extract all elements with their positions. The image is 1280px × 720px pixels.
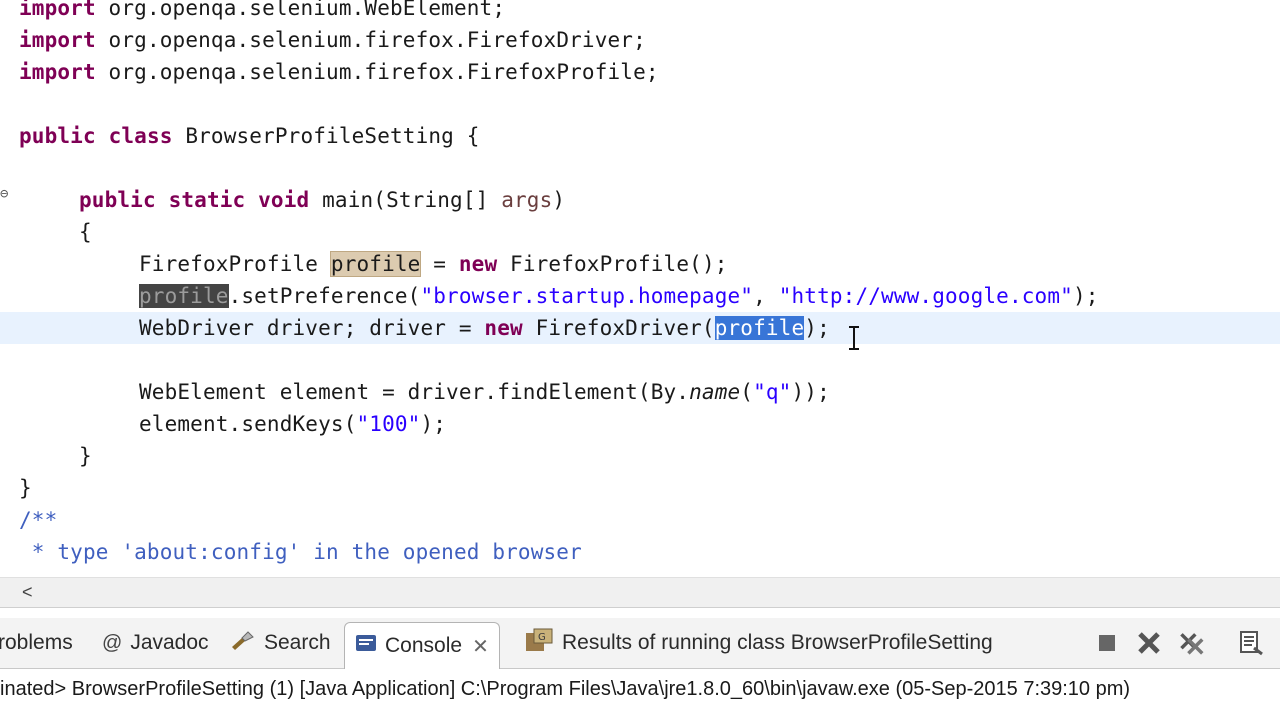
tab-results[interactable]: G Results of running class BrowserProfil… — [524, 618, 993, 668]
string-literal: "http://www.google.com" — [778, 284, 1073, 308]
highlighted-occurrence: profile — [139, 284, 229, 308]
code-line-import-firefoxdriver: import org.openqa.selenium.firefox.Firef… — [19, 24, 646, 56]
code-text: } — [79, 444, 92, 468]
tab-search[interactable]: Search — [230, 618, 331, 668]
keyword: class — [108, 124, 173, 148]
highlighted-occurrence: profile — [329, 251, 422, 277]
comment-text: * type 'about:config' in the opened brow… — [19, 540, 582, 564]
code-line-find-element: WebElement element = driver.findElement(… — [139, 376, 830, 408]
code-text: org.openqa.selenium.firefox.FirefoxDrive… — [95, 28, 646, 52]
terminate-icon[interactable] — [1094, 630, 1120, 656]
comment-text: /** — [19, 508, 58, 532]
console-process-status: inated> BrowserProfileSetting (1) [Java … — [0, 669, 1280, 709]
string-literal: "q" — [753, 380, 792, 404]
code-text: FirefoxDriver( — [522, 316, 715, 340]
code-text: .setPreference( — [228, 284, 421, 308]
keyword: new — [458, 252, 498, 276]
code-line-open-brace: { — [79, 216, 92, 248]
keyword: import — [19, 60, 96, 84]
code-line-import-firefoxprofile: import org.openqa.selenium.firefox.Firef… — [19, 56, 659, 88]
tab-javadoc[interactable]: @ Javadoc — [102, 618, 209, 668]
code-text: = — [420, 252, 459, 276]
tab-label: Search — [264, 631, 331, 654]
code-line-main-method: public static void main(String[] args) — [79, 184, 565, 216]
tab-label: Results of running class BrowserProfileS… — [562, 631, 993, 654]
tab-console[interactable]: Console ✕ — [344, 622, 500, 669]
code-text: ) — [552, 188, 566, 212]
code-text: ); — [1072, 284, 1099, 308]
code-text: { — [79, 220, 92, 244]
horizontal-scrollbar[interactable]: < — [0, 577, 1280, 608]
ibeam-cursor-icon — [849, 326, 859, 350]
console-status-text: inated> BrowserProfileSetting (1) [Java … — [0, 678, 1131, 700]
code-text: ( — [740, 380, 754, 404]
tab-label: Javadoc — [130, 631, 209, 654]
fold-collapse-icon[interactable]: ⊖ — [0, 186, 8, 202]
code-text: main(String[] — [309, 188, 502, 212]
editor-ruler — [0, 0, 14, 577]
code-text: FirefoxProfile(); — [497, 252, 728, 276]
code-line-close-brace-class: } — [19, 472, 32, 504]
bottom-panel-tabbar: roblems @ Javadoc Search Console ✕ G Res… — [0, 618, 1280, 669]
keyword: public — [19, 124, 96, 148]
tab-problems[interactable]: roblems — [0, 618, 73, 668]
code-text: FirefoxProfile — [139, 252, 331, 276]
code-line-comment-text: * type 'about:config' in the opened brow… — [19, 536, 582, 568]
remove-all-launches-icon[interactable] — [1178, 630, 1204, 656]
panel-divider[interactable] — [0, 607, 1280, 618]
code-text: ); — [804, 316, 830, 340]
clear-console-icon[interactable] — [1238, 630, 1264, 656]
code-editor[interactable]: ⊖ import org.openqa.selenium.WebElement;… — [0, 0, 1280, 577]
string-literal: "browser.startup.homepage" — [420, 284, 754, 308]
svg-text:G: G — [538, 632, 546, 643]
string-literal: "100" — [356, 412, 421, 436]
console-icon — [355, 633, 377, 659]
code-line-driver-current: WebDriver driver; driver = new FirefoxDr… — [0, 312, 1280, 344]
console-output-area[interactable] — [0, 709, 1280, 720]
code-line-close-brace-method: } — [79, 440, 92, 472]
keyword: new — [484, 316, 523, 340]
code-line-profile-declaration: FirefoxProfile profile = new FirefoxProf… — [139, 248, 728, 280]
code-line-set-preference: profile.setPreference("browser.startup.h… — [139, 280, 1099, 312]
tab-label: roblems — [0, 631, 73, 654]
code-text: element.sendKeys( — [139, 412, 357, 436]
scroll-left-icon[interactable]: < — [22, 582, 33, 603]
remove-launch-icon[interactable] — [1136, 630, 1162, 656]
keyword: import — [19, 0, 96, 20]
code-text: WebElement element = driver.findElement(… — [139, 380, 690, 404]
static-method-name: name — [689, 380, 741, 404]
code-line-import-webelement: import org.openqa.selenium.WebElement; — [19, 0, 505, 24]
code-text: WebDriver driver; driver = — [139, 316, 485, 340]
code-text: , — [753, 284, 779, 308]
keyword: import — [19, 28, 96, 52]
code-line-class-declaration: public class BrowserProfileSetting { — [19, 120, 480, 152]
flashlight-icon — [230, 629, 256, 657]
text-selection[interactable]: profile — [714, 316, 805, 340]
keyword: void — [258, 188, 310, 212]
code-text: ); — [420, 412, 447, 436]
code-text: org.openqa.selenium.WebElement; — [95, 0, 506, 20]
keyword: public — [79, 188, 156, 212]
code-text: org.openqa.selenium.firefox.FirefoxProfi… — [95, 60, 659, 84]
junit-results-icon: G — [524, 627, 554, 659]
code-text: )); — [791, 380, 830, 404]
param-args: args — [501, 188, 553, 212]
keyword: static — [168, 188, 246, 212]
tab-label: Console — [385, 634, 463, 657]
close-icon[interactable]: ✕ — [472, 634, 489, 659]
code-line-send-keys: element.sendKeys("100"); — [139, 408, 446, 440]
code-text: BrowserProfileSetting { — [172, 124, 480, 148]
javadoc-icon: @ — [102, 631, 123, 654]
code-line-comment-start: /** — [19, 504, 57, 536]
code-text: } — [19, 476, 32, 500]
